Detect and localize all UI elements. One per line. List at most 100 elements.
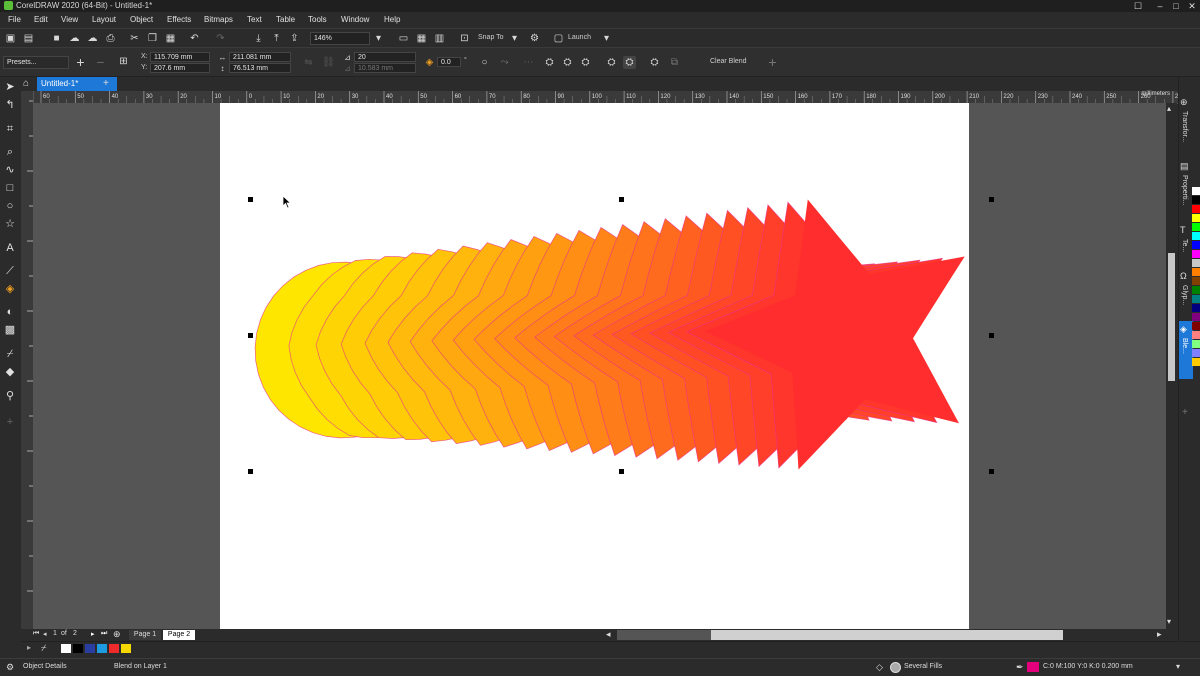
menu-view[interactable]: View (61, 15, 78, 24)
selection-handle-top-left[interactable] (248, 197, 253, 202)
loop-blend-icon[interactable]: ○ (478, 56, 491, 69)
direct-blend-icon[interactable]: ⋯ (522, 56, 535, 69)
snap-to-label[interactable]: Snap To (478, 34, 504, 41)
polygon-tool-icon[interactable]: ☆ (3, 217, 17, 231)
launch-dropdown-icon[interactable]: ▾ (600, 32, 613, 45)
snap-icon[interactable]: ⊡ (458, 32, 471, 45)
palette-swatch[interactable] (1192, 259, 1200, 267)
open-icon[interactable]: ▤ (22, 32, 35, 45)
document-palette-swatch[interactable] (61, 644, 71, 653)
redo-icon[interactable]: ↷ (214, 32, 227, 45)
palette-swatch[interactable] (1192, 232, 1200, 240)
object-details-gear-icon[interactable]: ⚙ (6, 662, 14, 673)
copy-icon[interactable]: ❐ (146, 32, 159, 45)
launch-icon[interactable]: ▢ (552, 32, 565, 45)
object-details-label[interactable]: Object Details (23, 663, 67, 670)
status-expand-icon[interactable]: ▾ (1176, 662, 1180, 671)
object-width-field[interactable]: 211.081 mm (229, 52, 291, 62)
options-gear-icon[interactable]: ⚙ (528, 32, 541, 45)
menu-tools[interactable]: Tools (308, 15, 327, 24)
fill-swatch[interactable] (890, 662, 901, 673)
document-palette-swatch[interactable] (85, 644, 95, 653)
scroll-right-icon[interactable]: ▸ (1157, 629, 1162, 640)
object-origin-icon[interactable]: ⊞ (117, 55, 130, 68)
freehand-tool-icon[interactable]: ∿ (3, 163, 17, 177)
selection-handle-top-right[interactable] (989, 197, 994, 202)
palette-swatch[interactable] (1192, 322, 1200, 330)
cut-icon[interactable]: ✂ (128, 32, 141, 45)
glyphs-docker-icon[interactable]: Ω (1180, 271, 1187, 281)
palette-swatch[interactable] (1192, 277, 1200, 285)
palette-swatch[interactable] (1192, 214, 1200, 222)
color-acceleration-icon[interactable]: ⛭ (561, 56, 574, 69)
add-preset-icon[interactable]: + (74, 55, 87, 69)
crop-tool-icon[interactable]: ⌗ (3, 122, 17, 136)
zoom-dropdown-icon[interactable]: ▾ (372, 32, 385, 45)
page-tab-1[interactable]: Page 1 (129, 630, 161, 640)
docker-tab-glyphs[interactable]: Glyp... (1181, 285, 1188, 305)
docker-tab-transform[interactable]: Transfor... (1181, 111, 1188, 142)
import-icon[interactable]: ⤓ (252, 32, 265, 45)
blend-path-properties-icon[interactable]: ⛭ (623, 56, 636, 69)
document-palette-swatch[interactable] (73, 644, 83, 653)
parallel-dimension-tool-icon[interactable]: ⟋ (3, 264, 17, 278)
y-position-field[interactable]: 207.6 mm (150, 63, 210, 73)
menu-text[interactable]: Text (247, 15, 262, 24)
zoom-level-field[interactable]: 146% (310, 32, 370, 45)
eyedropper-icon[interactable]: ⌿ (41, 643, 46, 654)
zoom-tool-icon[interactable]: ⌕ (3, 145, 17, 159)
text-tool-icon[interactable]: A (3, 241, 17, 255)
selection-handle-middle-left[interactable] (248, 333, 253, 338)
launch-label[interactable]: Launch (568, 34, 591, 41)
vertical-scrollbar[interactable]: ▴ ▾ (1166, 103, 1177, 629)
rectangle-tool-icon[interactable]: □ (3, 181, 17, 195)
document-palette-swatch[interactable] (121, 644, 131, 653)
palette-swatch[interactable] (1192, 349, 1200, 357)
outline-color-swatch[interactable] (1027, 662, 1039, 672)
x-position-field[interactable]: 115.709 mm (150, 52, 210, 62)
smart-fill-tool-icon[interactable]: ⚲ (3, 389, 17, 403)
palette-swatch[interactable] (1192, 331, 1200, 339)
vertical-scroll-thumb[interactable] (1168, 253, 1175, 381)
properties-docker-icon[interactable]: ▤ (1180, 161, 1189, 172)
remove-preset-icon[interactable]: − (94, 55, 107, 69)
accelerate-sizes-icon[interactable]: ⛭ (579, 56, 592, 69)
save-icon[interactable]: ■ (50, 32, 63, 45)
path-properties-icon[interactable]: ⤳ (498, 56, 511, 69)
transparency-tool-icon[interactable]: ◐ (3, 305, 17, 319)
palette-swatch[interactable] (1192, 358, 1200, 366)
blend-tool-icon[interactable]: ◈ (3, 282, 17, 296)
shape-tool-icon[interactable]: ↰ (3, 98, 17, 112)
start-end-properties-icon[interactable]: ⛭ (605, 56, 618, 69)
menu-window[interactable]: Window (341, 15, 369, 24)
docker-tab-text[interactable]: Te... (1181, 239, 1188, 252)
document-palette-swatch[interactable] (97, 644, 107, 653)
mirror-icon[interactable]: ⇋ (302, 56, 315, 69)
show-guidelines-icon[interactable]: ▥ (433, 32, 446, 45)
scroll-up-icon[interactable]: ▴ (1167, 104, 1171, 113)
palette-swatch[interactable] (1192, 268, 1200, 276)
copy-blend-icon[interactable]: ⧉ (668, 56, 681, 69)
blend-direction-icon[interactable]: ◈ (423, 56, 436, 69)
cloud-save-icon[interactable]: ☁ (86, 32, 99, 45)
text-docker-icon[interactable]: T (1180, 225, 1186, 235)
object-height-field[interactable]: 76.513 mm (229, 63, 291, 73)
export-icon[interactable]: ⤒ (270, 32, 283, 45)
add-document-tab-icon[interactable]: + (103, 78, 109, 89)
palette-swatch[interactable] (1192, 304, 1200, 312)
selection-handle-bottom-middle[interactable] (619, 469, 624, 474)
page-tab-2[interactable]: Page 2 (163, 630, 195, 640)
add-page-icon[interactable]: ⊕ (113, 629, 121, 640)
last-page-icon[interactable]: ⏭ (101, 630, 107, 638)
close-button[interactable]: ✕ (1182, 0, 1200, 12)
show-grid-icon[interactable]: ▦ (415, 32, 428, 45)
palette-swatch[interactable] (1192, 223, 1200, 231)
lock-ratio-icon[interactable]: ⛓ (322, 56, 335, 69)
paste-icon[interactable]: ▦ (164, 32, 177, 45)
palette-swatch[interactable] (1192, 313, 1200, 321)
menu-layout[interactable]: Layout (92, 15, 116, 24)
menu-help[interactable]: Help (384, 15, 400, 24)
add-docker-icon[interactable]: + (1182, 407, 1188, 418)
horizontal-scroll-thumb[interactable] (617, 630, 711, 640)
interactive-fill-tool-icon[interactable]: ◆ (3, 365, 17, 379)
